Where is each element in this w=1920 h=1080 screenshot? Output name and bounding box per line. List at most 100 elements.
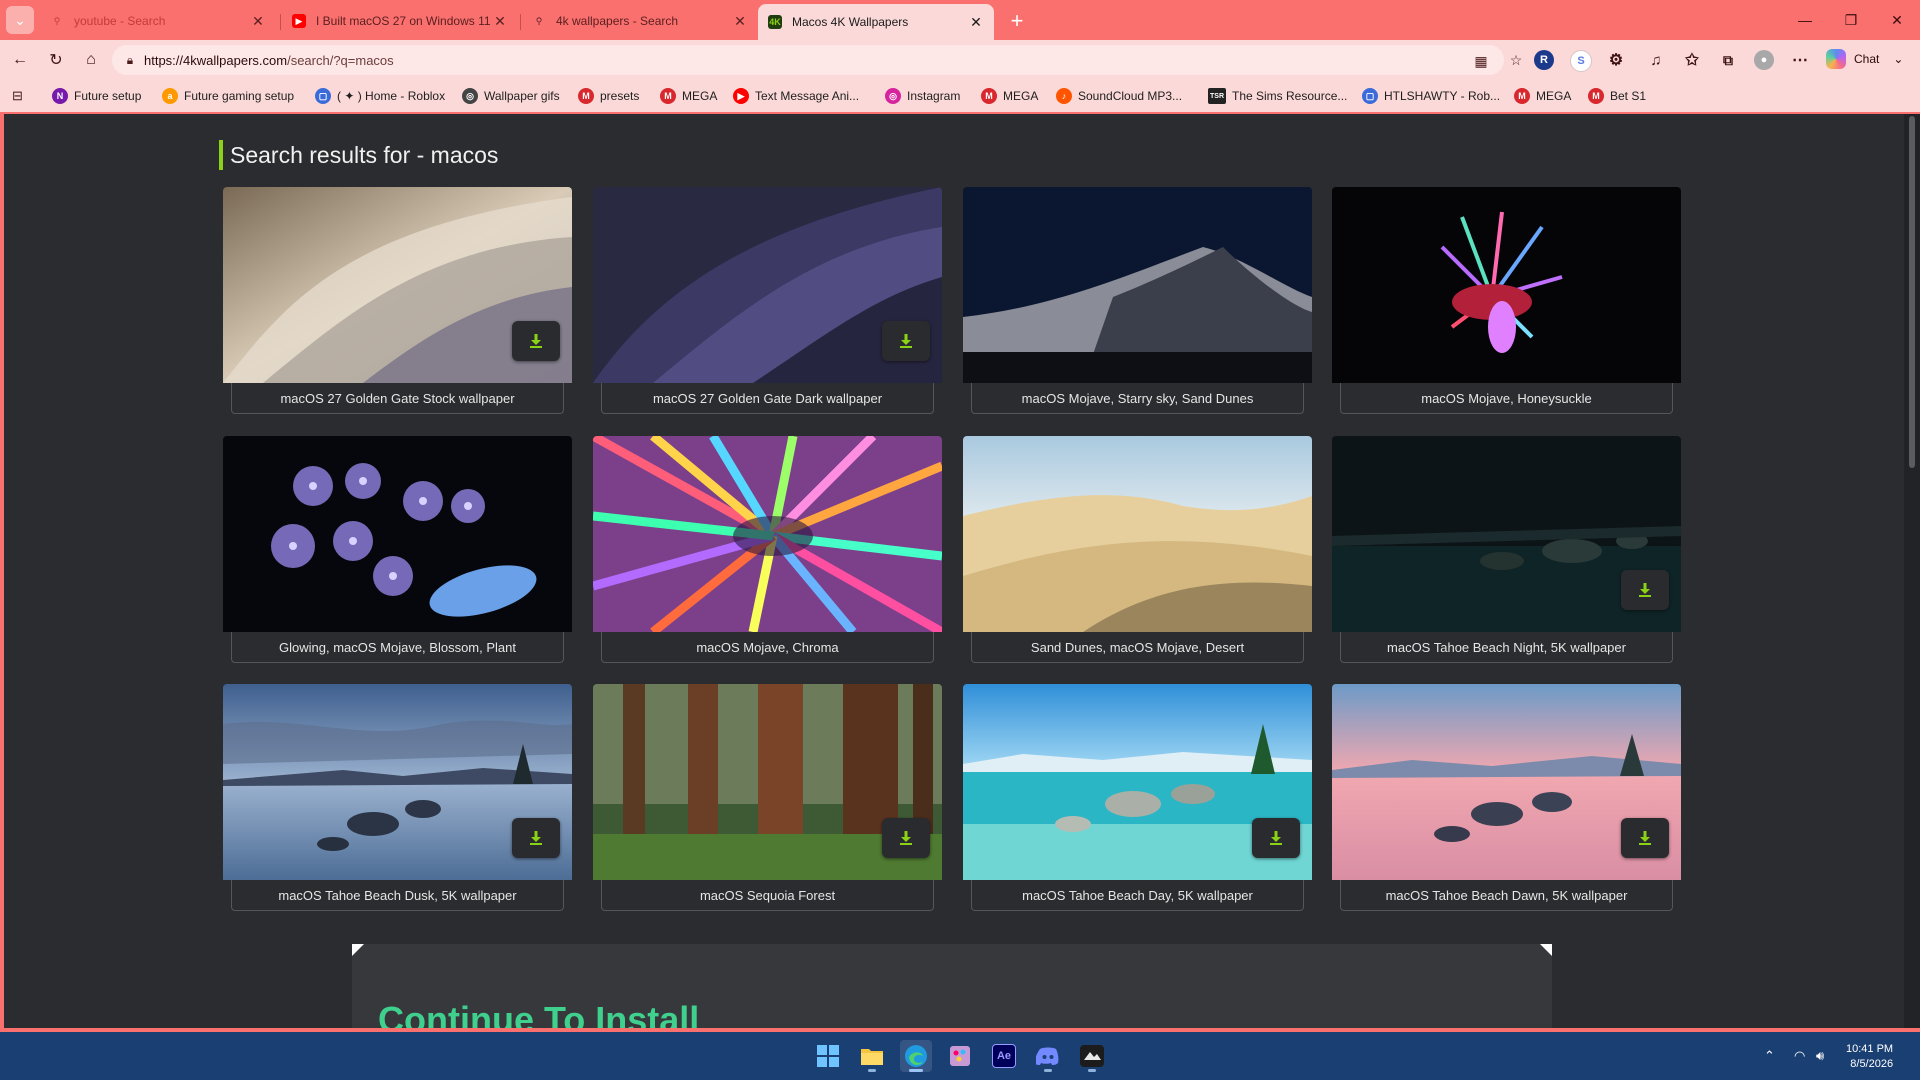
wallpaper-title[interactable]: Sand Dunes, macOS Mojave, Desert bbox=[971, 632, 1304, 663]
wallpaper-card[interactable]: macOS Tahoe Beach Dusk, 5K wallpaper bbox=[223, 684, 572, 915]
bookmark-item[interactable]: TSR The Sims Resource... bbox=[1208, 87, 1347, 105]
tab-macos-4k-wallpapers[interactable]: 4K Macos 4K Wallpapers ✕ bbox=[758, 4, 994, 40]
volume-icon[interactable]: 🔊︎ bbox=[1816, 1048, 1824, 1064]
windows-start-icon[interactable] bbox=[812, 1040, 844, 1072]
address-bar[interactable]: 🔒︎ https://4kwallpapers.com/search/?q=ma… bbox=[112, 45, 1522, 75]
tab-actions-menu-button[interactable]: ⌄ bbox=[6, 6, 34, 34]
favorite-star-icon[interactable]: ☆ bbox=[1507, 51, 1525, 69]
download-button[interactable] bbox=[882, 321, 930, 361]
corner-decoration bbox=[1540, 944, 1552, 956]
wallpaper-title[interactable]: macOS 27 Golden Gate Dark wallpaper bbox=[601, 383, 934, 414]
download-button[interactable] bbox=[882, 818, 930, 858]
download-button[interactable] bbox=[1621, 570, 1669, 610]
tab-macos-video[interactable]: ▶ I Built macOS 27 on Windows 11 W ✕ bbox=[282, 6, 518, 36]
wallpaper-card[interactable]: macOS Mojave, Honeysuckle bbox=[1332, 187, 1681, 418]
download-button[interactable] bbox=[1621, 818, 1669, 858]
bookmark-item[interactable]: a Future gaming setup bbox=[162, 87, 294, 105]
wallpaper-thumbnail[interactable] bbox=[593, 436, 942, 632]
bookmark-item[interactable]: M MEGA bbox=[1514, 87, 1571, 105]
wallpaper-title[interactable]: macOS Tahoe Beach Day, 5K wallpaper bbox=[971, 880, 1304, 911]
chat-button[interactable]: Chat ⌄ bbox=[1826, 48, 1903, 70]
wallpaper-title[interactable]: macOS Mojave, Honeysuckle bbox=[1340, 383, 1673, 414]
more-options-icon[interactable]: ⋯ bbox=[1790, 50, 1810, 70]
url-text[interactable]: https://4kwallpapers.com/search/?q=macos bbox=[144, 53, 394, 68]
page-scrollbar[interactable] bbox=[1904, 114, 1920, 1028]
bookmark-item[interactable]: ▢ ( ✦ ) Home - Roblox bbox=[315, 87, 445, 105]
wallpaper-title[interactable]: Glowing, macOS Mojave, Blossom, Plant bbox=[231, 632, 564, 663]
after-effects-icon[interactable]: Ae bbox=[988, 1040, 1020, 1072]
wallpaper-card[interactable]: macOS Tahoe Beach Night, 5K wallpaper bbox=[1332, 436, 1681, 667]
extension-s-icon[interactable]: S bbox=[1570, 50, 1592, 72]
bookmark-item[interactable]: ▶ Text Message Ani... bbox=[733, 87, 859, 105]
close-icon[interactable]: ✕ bbox=[968, 14, 984, 31]
close-icon[interactable]: ✕ bbox=[732, 13, 748, 30]
discord-icon[interactable] bbox=[1032, 1040, 1064, 1072]
minimize-button[interactable]: — bbox=[1782, 0, 1828, 40]
wallpaper-title[interactable]: macOS Tahoe Beach Dusk, 5K wallpaper bbox=[231, 880, 564, 911]
download-button[interactable] bbox=[512, 321, 560, 361]
bookmark-item[interactable]: ◎ Instagram bbox=[885, 87, 960, 105]
clock-date: 8/5/2026 bbox=[1850, 1058, 1894, 1070]
bookmark-item[interactable]: ▢ HTLSHAWTY - Rob... bbox=[1362, 87, 1500, 105]
paint-icon[interactable] bbox=[944, 1040, 976, 1072]
wallpaper-card[interactable]: macOS Mojave, Starry sky, Sand Dunes bbox=[963, 187, 1312, 418]
tab-youtube-search[interactable]: ⚲ youtube - Search ✕ bbox=[40, 6, 276, 36]
bookmark-item[interactable]: ◎ Wallpaper gifs bbox=[462, 87, 560, 105]
split-screen-icon[interactable]: ▦ bbox=[1472, 52, 1490, 70]
close-icon: ✕ bbox=[1891, 11, 1903, 28]
close-window-button[interactable]: ✕ bbox=[1874, 0, 1920, 40]
wallpaper-title[interactable]: macOS Tahoe Beach Night, 5K wallpaper bbox=[1340, 632, 1673, 663]
back-arrow-icon: ← bbox=[12, 51, 28, 68]
wallpaper-thumbnail[interactable] bbox=[1332, 187, 1681, 383]
profile-avatar-icon[interactable]: ● bbox=[1754, 50, 1774, 70]
file-explorer-icon[interactable] bbox=[856, 1040, 888, 1072]
app-icon[interactable] bbox=[1076, 1040, 1108, 1072]
show-hidden-icons-icon[interactable]: ⌃ bbox=[1764, 1048, 1775, 1064]
lock-icon[interactable]: 🔒︎ bbox=[122, 52, 138, 68]
download-button[interactable] bbox=[512, 818, 560, 858]
scrollbar-thumb[interactable] bbox=[1909, 116, 1915, 468]
wallpaper-title[interactable]: macOS Mojave, Starry sky, Sand Dunes bbox=[971, 383, 1304, 414]
system-clock[interactable]: 10:41 PM 8/5/2026 bbox=[1846, 1042, 1893, 1072]
extensions-puzzle-icon[interactable]: ⚙ bbox=[1606, 50, 1626, 70]
wallpaper-title[interactable]: macOS Mojave, Chroma bbox=[601, 632, 934, 663]
download-button[interactable] bbox=[1252, 818, 1300, 858]
wifi-icon[interactable]: ◠ bbox=[1794, 1048, 1805, 1064]
wallpaper-card[interactable]: Sand Dunes, macOS Mojave, Desert bbox=[963, 436, 1312, 667]
wallpaper-thumbnail[interactable] bbox=[963, 187, 1312, 383]
wallpaper-card[interactable]: Glowing, macOS Mojave, Blossom, Plant bbox=[223, 436, 572, 667]
wallpaper-title[interactable]: macOS Tahoe Beach Dawn, 5K wallpaper bbox=[1340, 880, 1673, 911]
edge-icon[interactable] bbox=[900, 1040, 932, 1072]
wallpaper-card[interactable]: macOS Mojave, Chroma bbox=[593, 436, 942, 667]
bookmark-item[interactable]: M Bet S1 bbox=[1588, 87, 1646, 105]
bookmarks-menu-icon[interactable]: ⊟ bbox=[12, 87, 23, 105]
wallpaper-card[interactable]: macOS Tahoe Beach Day, 5K wallpaper bbox=[963, 684, 1312, 915]
bookmark-item[interactable]: M MEGA bbox=[660, 87, 717, 105]
bookmark-item[interactable]: N Future setup bbox=[52, 87, 141, 105]
collections-icon[interactable]: ⧉ bbox=[1718, 50, 1738, 70]
wallpaper-card[interactable]: macOS Tahoe Beach Dawn, 5K wallpaper bbox=[1332, 684, 1681, 915]
home-button[interactable]: ⌂ bbox=[77, 46, 105, 74]
close-icon[interactable]: ✕ bbox=[250, 13, 266, 30]
restore-icon: ❐ bbox=[1844, 11, 1858, 28]
bookmark-item[interactable]: ♪ SoundCloud MP3... bbox=[1056, 87, 1182, 105]
bookmark-item[interactable]: M MEGA bbox=[981, 87, 1038, 105]
media-icon[interactable]: ♫ bbox=[1646, 50, 1666, 70]
refresh-button[interactable]: ↻ bbox=[42, 46, 70, 74]
favorites-icon[interactable]: ✩ bbox=[1682, 50, 1702, 70]
extension-r-icon[interactable]: R bbox=[1534, 50, 1554, 70]
close-icon[interactable]: ✕ bbox=[492, 13, 508, 30]
wallpaper-title[interactable]: macOS Sequoia Forest bbox=[601, 880, 934, 911]
wallpaper-card[interactable]: macOS 27 Golden Gate Dark wallpaper bbox=[593, 187, 942, 418]
restore-button[interactable]: ❐ bbox=[1828, 0, 1874, 40]
page-viewport: Search results for - macos macOS 27 Gold… bbox=[4, 114, 1904, 1028]
wallpaper-card[interactable]: macOS 27 Golden Gate Stock wallpaper bbox=[223, 187, 572, 418]
wallpaper-thumbnail[interactable] bbox=[223, 436, 572, 632]
bookmark-item[interactable]: Mpresets bbox=[578, 87, 639, 105]
wallpaper-thumbnail[interactable] bbox=[963, 436, 1312, 632]
wallpaper-card[interactable]: macOS Sequoia Forest bbox=[593, 684, 942, 915]
tab-4k-wallpapers-search[interactable]: ⚲ 4k wallpapers - Search ✕ bbox=[522, 6, 758, 36]
new-tab-button[interactable]: + bbox=[1004, 8, 1030, 34]
wallpaper-title[interactable]: macOS 27 Golden Gate Stock wallpaper bbox=[231, 383, 564, 414]
back-button[interactable]: ← bbox=[6, 46, 34, 74]
